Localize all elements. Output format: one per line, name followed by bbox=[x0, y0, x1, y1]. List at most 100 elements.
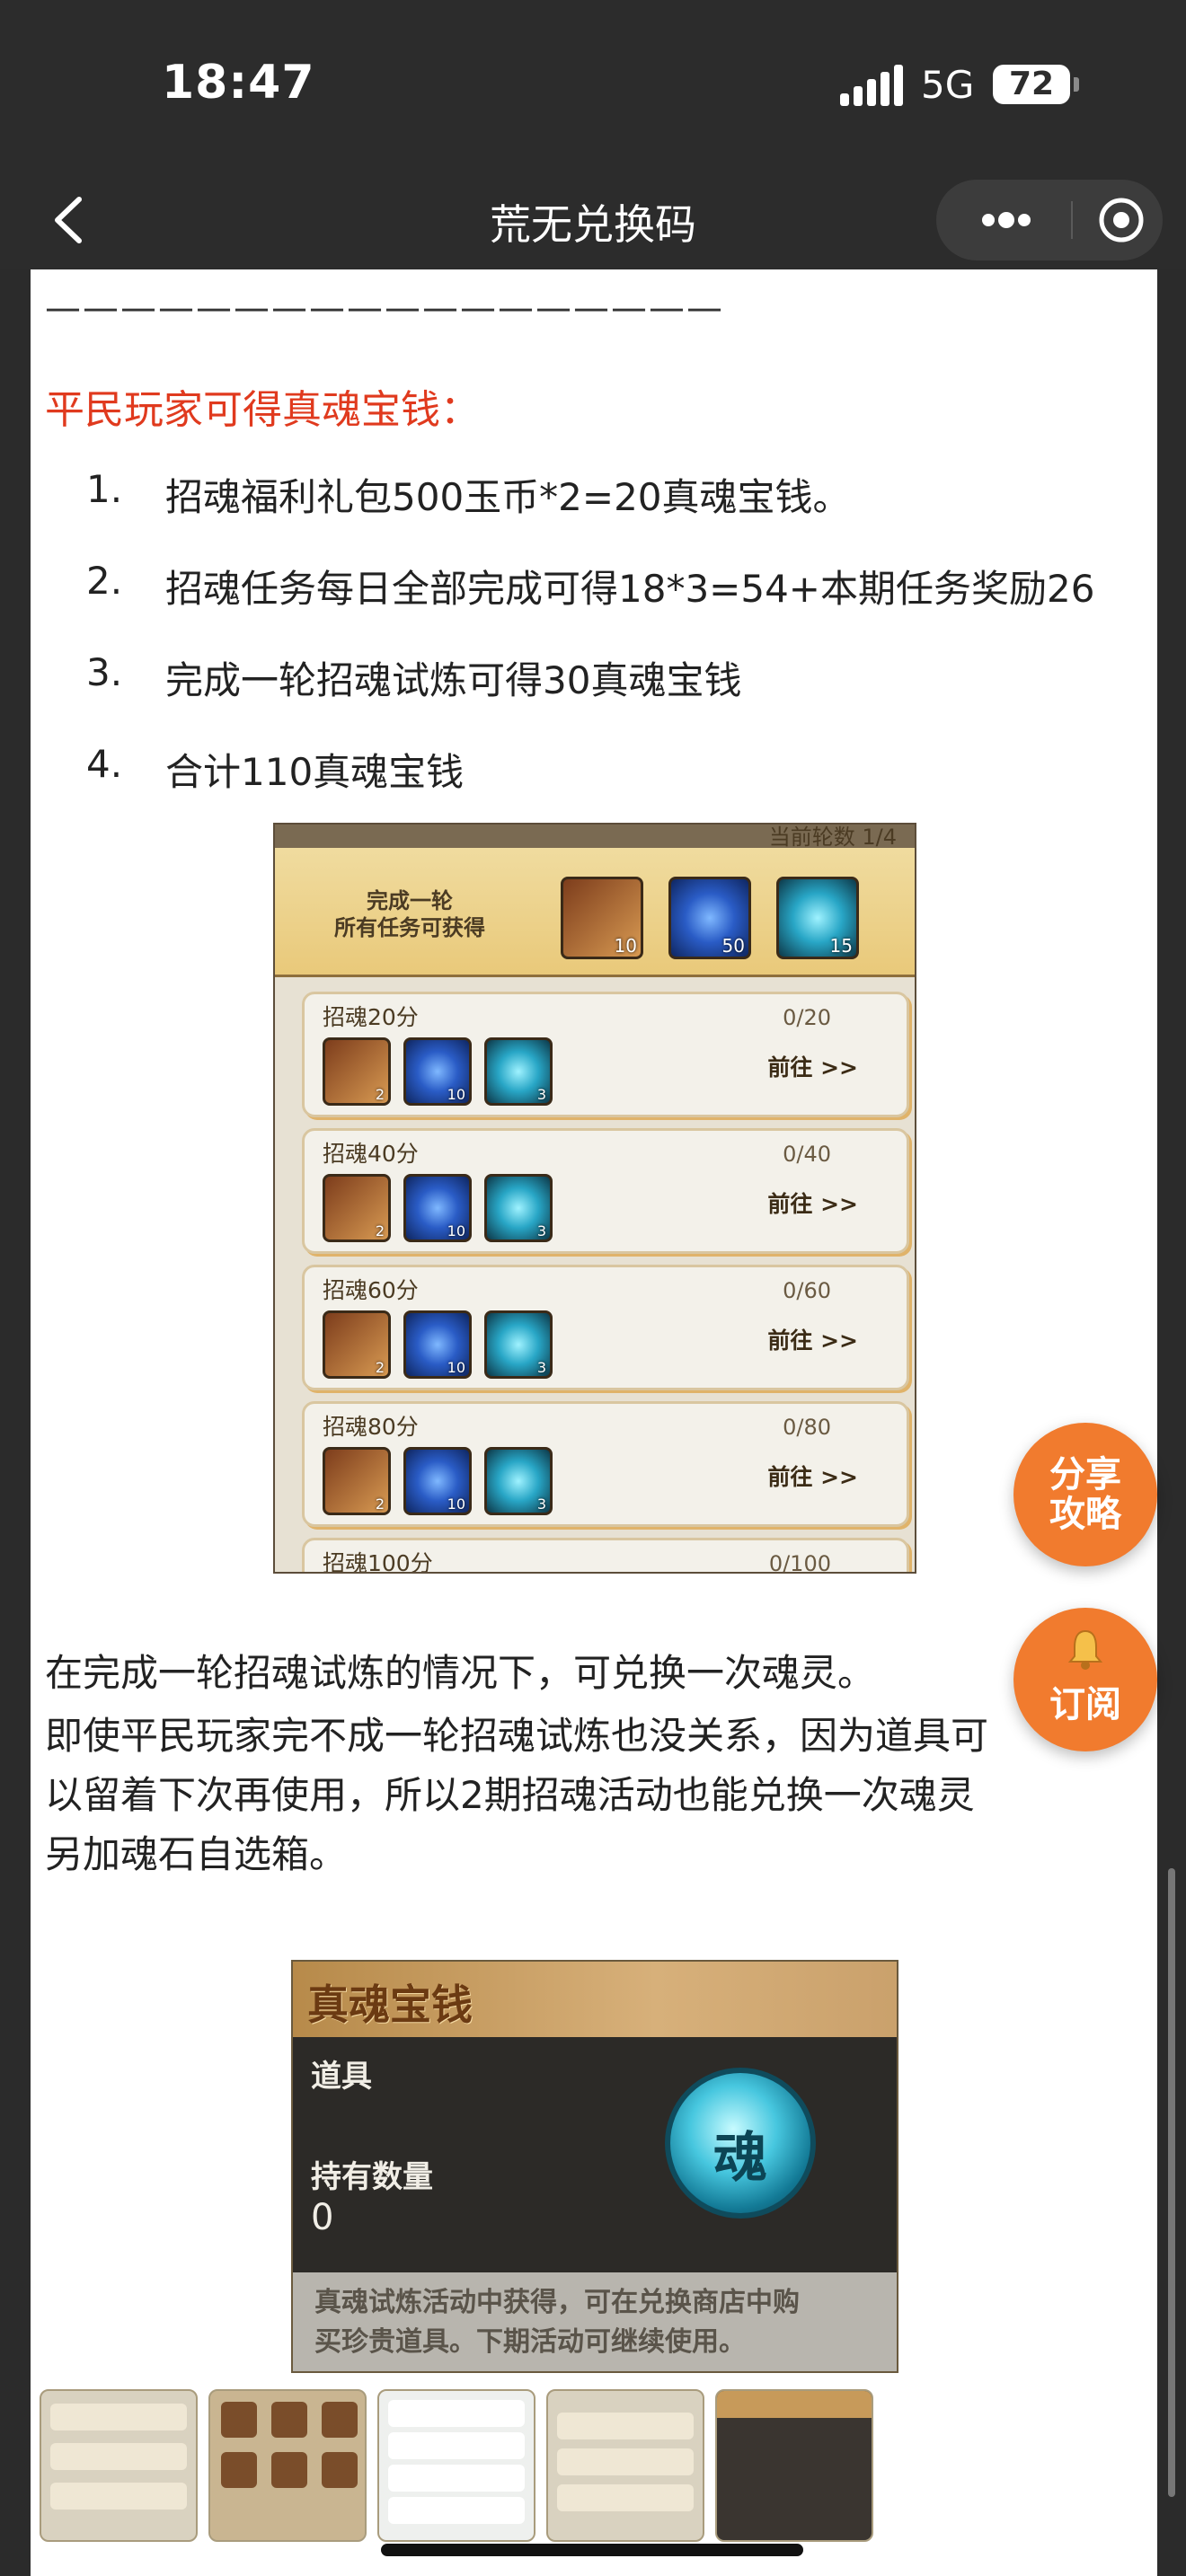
gem-icon: 10 bbox=[403, 1447, 472, 1515]
talisman-icon: 2 bbox=[323, 1447, 391, 1515]
reward-count: 3 bbox=[536, 1495, 546, 1513]
reward-count: 50 bbox=[721, 935, 745, 957]
task-progress: 0/40 bbox=[783, 1142, 831, 1167]
quantity-label: 持有数量 bbox=[311, 2159, 433, 2195]
thumbnail-2[interactable] bbox=[208, 2389, 367, 2542]
reward-list: 1. 招魂福利礼包500玉币*2=20真魂宝钱。 2. 招魂任务每日全部完成可得18… bbox=[45, 467, 1157, 834]
thumbnail-1[interactable] bbox=[40, 2389, 198, 2542]
app-screen: 18:47 5G 72 荒无兑换码 —————————————————— 平民玩… bbox=[0, 0, 1186, 2576]
round-counter: 当前轮数 1/4 bbox=[768, 825, 897, 850]
header-caption: 完成一轮 所有任务可获得 bbox=[311, 887, 509, 941]
capsule-divider bbox=[1071, 201, 1073, 239]
reward-count: 10 bbox=[447, 1222, 465, 1239]
thumbnail-4[interactable] bbox=[546, 2389, 704, 2542]
gem-icon: 50 bbox=[668, 877, 751, 959]
list-text: 完成一轮招魂试炼可得30真魂宝钱 bbox=[165, 658, 742, 702]
reward-count: 2 bbox=[375, 1086, 385, 1103]
scrollbar[interactable] bbox=[1168, 1868, 1175, 2497]
reward-count: 2 bbox=[375, 1359, 385, 1376]
list-item: 2. 招魂任务每日全部完成可得18*3=54+本期任务奖励26 bbox=[45, 559, 1157, 650]
description-line: 真魂试炼活动中获得，可在兑换商店中购 bbox=[314, 2287, 800, 2318]
paragraph-2-line: 以留着下次再使用，所以2期招魂活动也能兑换一次魂灵 bbox=[45, 1773, 975, 1817]
reward-count: 2 bbox=[375, 1495, 385, 1513]
reward-count: 10 bbox=[447, 1495, 465, 1513]
task-title: 招魂60分 bbox=[323, 1277, 419, 1303]
image-thumbnail-strip bbox=[40, 2389, 1157, 2542]
task-progress: 0/80 bbox=[783, 1415, 831, 1440]
reward-count: 10 bbox=[447, 1086, 465, 1103]
list-text: 合计110真魂宝钱 bbox=[165, 750, 465, 794]
task-row: 招魂60分 0/60 前往 >> 2 10 3 bbox=[302, 1265, 909, 1390]
task-title: 招魂100分 bbox=[323, 1550, 433, 1574]
nav-bar: 荒无兑换码 bbox=[0, 171, 1186, 269]
task-progress: 0/100 bbox=[768, 1551, 831, 1574]
mini-program-capsule bbox=[936, 180, 1163, 260]
go-link: 前往 >> bbox=[767, 1328, 858, 1354]
header-line-1: 完成一轮 bbox=[367, 888, 453, 913]
task-row: 招魂100分 0/100 bbox=[302, 1538, 909, 1574]
reward-count: 10 bbox=[614, 935, 637, 957]
list-number: 1. bbox=[86, 467, 123, 511]
paragraph-2: 即使平民玩家完不成一轮招魂试炼也没关系，因为道具可 以留着下次再使用，所以2期招… bbox=[45, 1707, 988, 1884]
close-miniprogram-button[interactable] bbox=[1085, 180, 1157, 260]
item-card-image[interactable]: 真魂宝钱 道具 持有数量 0 魂 真魂试炼活动中获得，可在兑换商店中购 买珍贵道… bbox=[291, 1960, 898, 2373]
paragraph-1: 在完成一轮招魂试炼的情况下，可兑换一次魂灵。 bbox=[45, 1651, 876, 1695]
quantity-value: 0 bbox=[311, 2197, 334, 2238]
battery-icon: 72 bbox=[993, 65, 1079, 104]
list-number: 3. bbox=[86, 650, 123, 694]
reward-count: 3 bbox=[536, 1222, 546, 1239]
more-dots-icon bbox=[982, 212, 1031, 228]
task-progress: 0/20 bbox=[783, 1005, 831, 1030]
thumbnail-3[interactable] bbox=[377, 2389, 535, 2542]
task-row: 招魂40分 0/40 前往 >> 2 10 3 bbox=[302, 1128, 909, 1254]
gem-icon: 10 bbox=[403, 1310, 472, 1379]
paragraph-2-line: 另加魂石自选箱。 bbox=[45, 1832, 348, 1876]
list-item: 1. 招魂福利礼包500玉币*2=20真魂宝钱。 bbox=[45, 467, 1157, 559]
list-text: 招魂福利礼包500玉币*2=20真魂宝钱。 bbox=[165, 475, 851, 519]
reward-count: 10 bbox=[447, 1359, 465, 1376]
soul-coin-icon: 15 bbox=[776, 877, 859, 959]
reward-count: 3 bbox=[536, 1359, 546, 1376]
list-text: 招魂任务每日全部完成可得18*3=54+本期任务奖励26 bbox=[165, 567, 1095, 611]
talisman-icon: 2 bbox=[323, 1174, 391, 1242]
list-item: 4. 合计110真魂宝钱 bbox=[45, 742, 1157, 834]
section-title: 平民玩家可得真魂宝钱： bbox=[45, 387, 480, 433]
reward-count: 3 bbox=[536, 1086, 546, 1103]
list-number: 2. bbox=[86, 559, 123, 603]
task-progress: 0/60 bbox=[783, 1278, 831, 1303]
share-label-line: 分享 bbox=[1049, 1454, 1121, 1495]
thumbnail-5[interactable] bbox=[715, 2389, 873, 2542]
go-link: 前往 >> bbox=[767, 1191, 858, 1217]
item-type: 道具 bbox=[311, 2059, 372, 2095]
description-line: 买珍贵道具。下期活动可继续使用。 bbox=[314, 2326, 746, 2358]
status-bar: 18:47 5G 72 bbox=[0, 0, 1186, 171]
task-row: 招魂80分 0/80 前往 >> 2 10 3 bbox=[302, 1401, 909, 1527]
article-content: —————————————————— 平民玩家可得真魂宝钱： 1. 招魂福利礼包5… bbox=[31, 269, 1157, 2576]
task-title: 招魂40分 bbox=[323, 1141, 419, 1167]
task-screenshot-image[interactable]: 当前轮数 1/4 完成一轮 所有任务可获得 10 50 15 招魂20分 0/2… bbox=[273, 823, 916, 1574]
divider-line: —————————————————— bbox=[45, 287, 724, 329]
paragraph-2-line: 即使平民玩家完不成一轮招魂试炼也没关系，因为道具可 bbox=[45, 1714, 989, 1758]
task-title: 招魂80分 bbox=[323, 1414, 419, 1440]
talisman-icon: 2 bbox=[323, 1310, 391, 1379]
reward-count: 15 bbox=[829, 935, 853, 957]
status-time: 18:47 bbox=[162, 56, 315, 110]
bell-icon bbox=[1067, 1629, 1103, 1670]
more-button[interactable] bbox=[963, 180, 1049, 260]
header-line-2: 所有任务可获得 bbox=[334, 915, 485, 940]
reward-count: 2 bbox=[375, 1222, 385, 1239]
share-guide-button[interactable]: 分享 攻略 bbox=[1013, 1423, 1157, 1566]
list-number: 4. bbox=[86, 742, 123, 786]
soul-coin-icon: 3 bbox=[484, 1310, 553, 1379]
go-link: 前往 >> bbox=[767, 1054, 858, 1081]
soul-coin-icon: 3 bbox=[484, 1447, 553, 1515]
item-description: 真魂试炼活动中获得，可在兑换商店中购 买珍贵道具。下期活动可继续使用。 bbox=[293, 2272, 897, 2371]
gem-icon: 10 bbox=[403, 1037, 472, 1106]
soul-coin-icon: 3 bbox=[484, 1174, 553, 1242]
target-icon bbox=[1099, 198, 1144, 243]
gem-icon: 10 bbox=[403, 1174, 472, 1242]
subscribe-button[interactable]: 订阅 bbox=[1013, 1608, 1157, 1751]
task-title: 招魂20分 bbox=[323, 1004, 419, 1030]
subscribe-label: 订阅 bbox=[1049, 1684, 1121, 1725]
item-title: 真魂宝钱 bbox=[307, 1981, 473, 2029]
